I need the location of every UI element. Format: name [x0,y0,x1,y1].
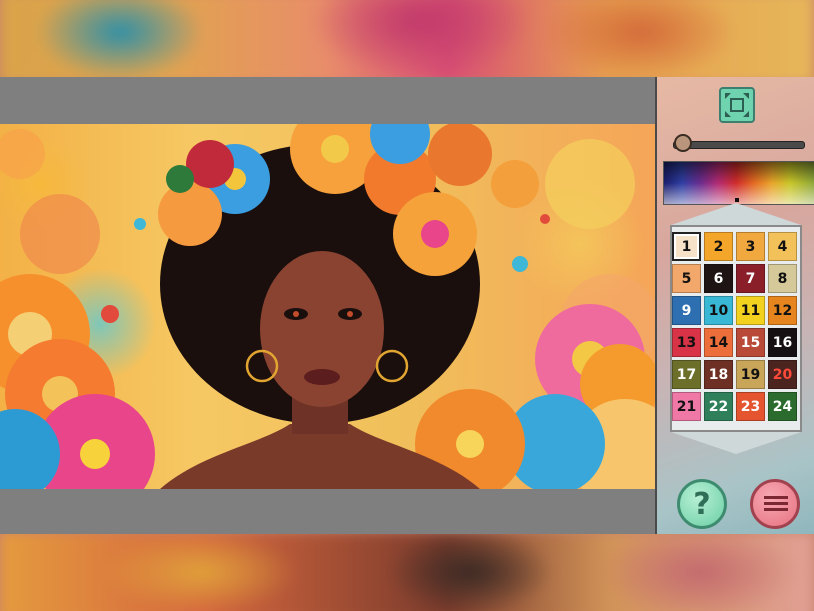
palette-swatch-20[interactable]: 20 [768,360,797,389]
palette-swatch-2[interactable]: 2 [704,232,733,261]
palette-swatch-21[interactable]: 21 [672,392,701,421]
palette-swatch-24[interactable]: 24 [768,392,797,421]
palette-swatch-4[interactable]: 4 [768,232,797,261]
palette-swatch-6[interactable]: 6 [704,264,733,293]
palette-swatch-12[interactable]: 12 [768,296,797,325]
palette-swatch-7[interactable]: 7 [736,264,765,293]
hamburger-menu-icon [753,481,797,527]
palette-swatch-16[interactable]: 16 [768,328,797,357]
help-button[interactable]: ? [677,479,727,529]
artwork-illustration[interactable] [0,124,655,489]
palette-swatch-3[interactable]: 3 [736,232,765,261]
palette-swatch-1[interactable]: 1 [672,232,701,261]
canvas-area[interactable] [0,77,657,534]
palette-swatch-11[interactable]: 11 [736,296,765,325]
palette-swatch-19[interactable]: 19 [736,360,765,389]
zoom-slider-knob[interactable] [673,134,692,152]
palette-swatch-23[interactable]: 23 [736,392,765,421]
help-button-label: ? [693,486,711,522]
palette-swatch-9[interactable]: 9 [672,296,701,325]
palette-swatch-8[interactable]: 8 [768,264,797,293]
spectrum-marker [735,198,739,202]
palette-scroll-up-button[interactable] [671,203,801,225]
fullscreen-icon [725,93,749,117]
palette-swatch-14[interactable]: 14 [704,328,733,357]
palette-swatch-17[interactable]: 17 [672,360,701,389]
background-blur-top [0,0,814,84]
palette-swatch-5[interactable]: 5 [672,264,701,293]
color-palette-grid: 1 2 3 4 5 6 7 8 9 10 11 12 13 14 15 16 17 18 19 20 21 22 23 24 [672,232,804,421]
palette-swatch-18[interactable]: 18 [704,360,733,389]
menu-button[interactable] [750,479,800,529]
artwork-canvas[interactable] [0,124,655,489]
palette-swatch-15[interactable]: 15 [736,328,765,357]
palette-swatch-10[interactable]: 10 [704,296,733,325]
side-panel: 1 2 3 4 5 6 7 8 9 10 11 12 13 14 15 16 17 18 19 20 21 22 23 24 … [655,77,814,534]
background-blur-bottom [0,532,814,611]
fullscreen-button[interactable] [719,87,755,123]
palette-swatch-13[interactable]: 13 [672,328,701,357]
zoom-slider[interactable] [673,134,805,152]
palette-swatch-22[interactable]: 22 [704,392,733,421]
palette-scroll-down-button[interactable] [671,432,801,454]
